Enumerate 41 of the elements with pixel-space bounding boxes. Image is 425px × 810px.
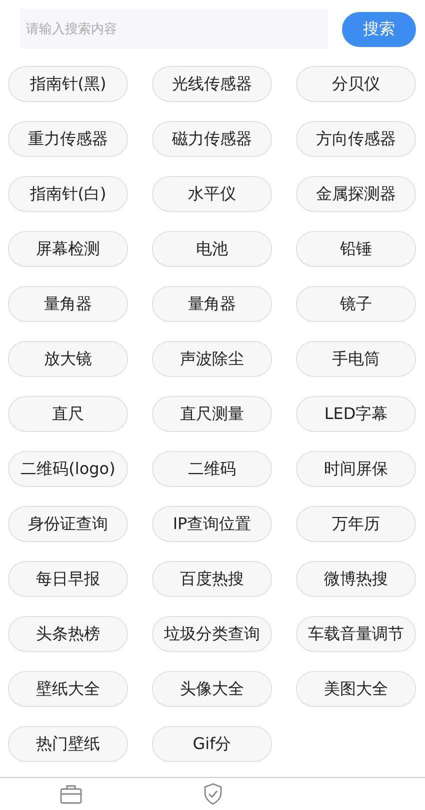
tool-button[interactable]: 直尺测量 (152, 396, 272, 432)
tool-button[interactable]: 热门壁纸 (8, 726, 128, 762)
tool-button[interactable]: LED字幕 (296, 396, 416, 432)
tool-button[interactable]: 重力传感器 (8, 121, 128, 157)
tool-button[interactable]: 量角器 (8, 286, 128, 322)
tool-button[interactable]: 手电筒 (296, 341, 416, 377)
tool-button[interactable]: 每日早报 (8, 561, 128, 597)
tool-button[interactable]: 二维码 (152, 451, 272, 487)
tool-button[interactable]: 壁纸大全 (8, 671, 128, 707)
tool-button[interactable]: 电池 (152, 231, 272, 267)
tool-button[interactable]: 微博热搜 (296, 561, 416, 597)
shield-icon[interactable] (203, 783, 223, 805)
tool-button[interactable]: 万年历 (296, 506, 416, 542)
tool-button[interactable]: 铅锤 (296, 231, 416, 267)
tool-button[interactable]: 方向传感器 (296, 121, 416, 157)
tool-button[interactable]: Gif分 (152, 726, 272, 762)
tool-button[interactable]: 美图大全 (296, 671, 416, 707)
tool-button[interactable]: 镜子 (296, 286, 416, 322)
tool-button[interactable]: 车载音量调节 (296, 616, 416, 652)
tool-button[interactable]: 屏幕检测 (8, 231, 128, 267)
tool-button[interactable]: 指南针(黑) (8, 66, 128, 102)
tool-button[interactable]: 直尺 (8, 396, 128, 432)
search-field[interactable]: 请输入搜索内容 (20, 9, 328, 49)
tool-button[interactable]: 分贝仪 (296, 66, 416, 102)
tool-button[interactable]: 垃圾分类查询 (152, 616, 272, 652)
tool-button[interactable]: 放大镜 (8, 341, 128, 377)
tool-button[interactable]: 光线传感器 (152, 66, 272, 102)
tool-button[interactable]: 指南针(白) (8, 176, 128, 212)
tool-button[interactable]: 声波除尘 (152, 341, 272, 377)
tool-button[interactable]: 时间屏保 (296, 451, 416, 487)
tool-button[interactable]: 水平仪 (152, 176, 272, 212)
tool-button[interactable]: IP查询位置 (152, 506, 272, 542)
tool-button[interactable]: 身份证查询 (8, 506, 128, 542)
tool-button[interactable]: 金属探测器 (296, 176, 416, 212)
briefcase-icon[interactable] (60, 784, 82, 804)
tool-button[interactable]: 头条热榜 (8, 616, 128, 652)
tool-button[interactable]: 二维码(logo) (8, 451, 128, 487)
tool-button[interactable]: 头像大全 (152, 671, 272, 707)
tool-button[interactable]: 磁力传感器 (152, 121, 272, 157)
tool-button[interactable]: 百度热搜 (152, 561, 272, 597)
tool-button[interactable]: 量角器 (152, 286, 272, 322)
